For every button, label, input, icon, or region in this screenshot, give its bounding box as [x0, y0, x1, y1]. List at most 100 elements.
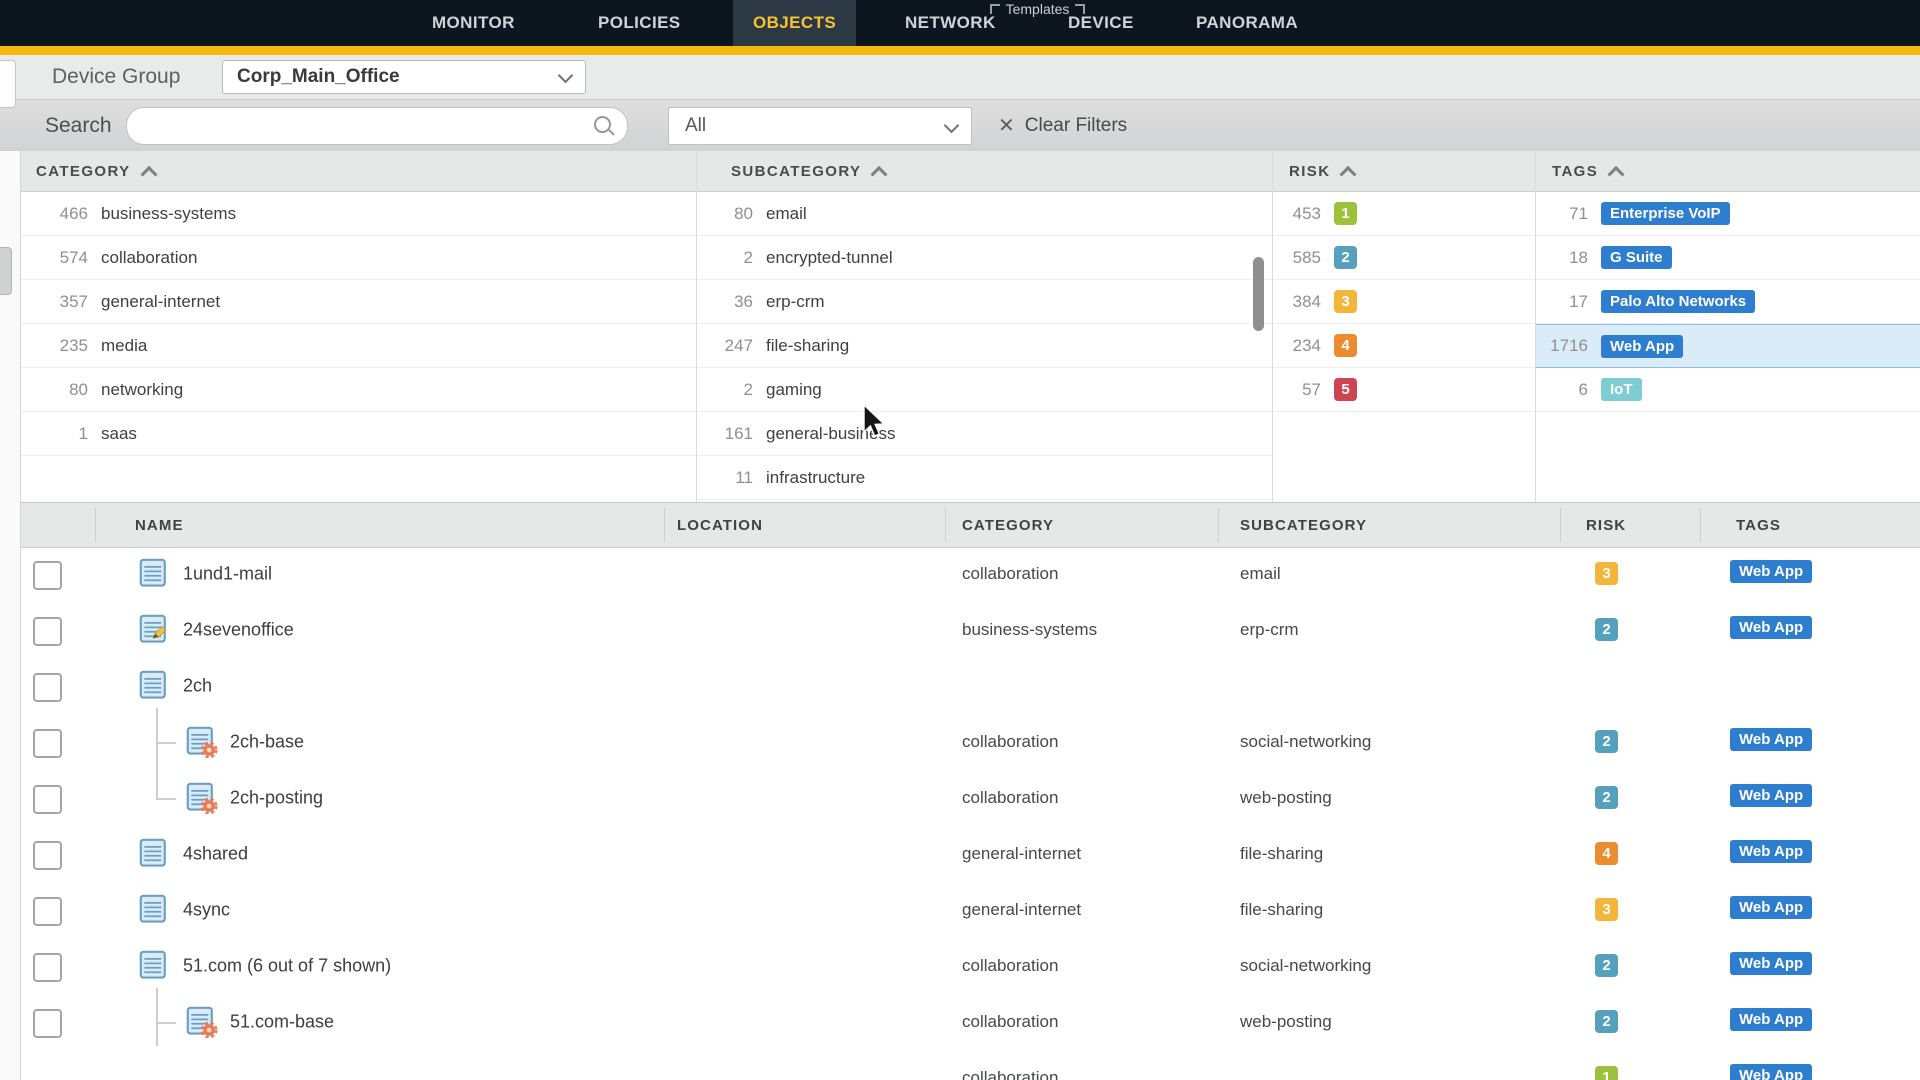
- tree-connector-icon: [156, 708, 176, 744]
- table-row[interactable]: collaboration 1 Web App: [0, 1050, 1920, 1080]
- table-row[interactable]: 2ch-base collaboration social-networking…: [0, 714, 1920, 770]
- row-checkbox[interactable]: [33, 1009, 62, 1038]
- filter-label: business-systems: [101, 204, 236, 224]
- column-divider: [1700, 508, 1701, 542]
- row-category: general-internet: [962, 900, 1081, 920]
- filter-row[interactable]: 2 gaming: [697, 368, 1273, 412]
- row-risk-badge: 2: [1595, 618, 1618, 641]
- clear-icon: [998, 113, 1015, 138]
- row-checkbox[interactable]: [33, 729, 62, 758]
- risk-filter-row[interactable]: 234 4: [1273, 324, 1536, 368]
- filter-row[interactable]: 11 infrastructure: [697, 456, 1273, 500]
- tag-count: 1716: [1540, 336, 1588, 356]
- filter-row[interactable]: 36 erp-crm: [697, 280, 1273, 324]
- filter-row[interactable]: 1 saas: [20, 412, 696, 456]
- table-column-label: LOCATION: [677, 517, 763, 534]
- row-checkbox[interactable]: [33, 617, 62, 646]
- nav-tab-label: POLICIES: [598, 13, 681, 33]
- nav-tab-label: PANORAMA: [1196, 13, 1298, 33]
- risk-header[interactable]: RISK: [1273, 151, 1536, 192]
- table-column-header[interactable]: SUBCATEGORY: [1240, 503, 1367, 547]
- nav-tab[interactable]: OBJECTS: [733, 0, 856, 46]
- table-row[interactable]: 24sevenoffice business-systems erp-crm 2…: [0, 602, 1920, 658]
- clear-filters-label: Clear Filters: [1025, 115, 1127, 137]
- filter-count: 235: [24, 336, 88, 356]
- accent-bar: [0, 46, 1920, 55]
- row-checkbox[interactable]: [33, 897, 62, 926]
- tags-header[interactable]: TAGS: [1536, 151, 1920, 192]
- category-header[interactable]: CATEGORY: [20, 151, 696, 192]
- table-column-header[interactable]: LOCATION: [677, 503, 763, 547]
- chevron-down-icon: [558, 68, 574, 84]
- row-checkbox[interactable]: [33, 841, 62, 870]
- tag-filter-row[interactable]: 71 Enterprise VoIP: [1536, 192, 1920, 236]
- tag-filter-row[interactable]: 6 IoT: [1536, 368, 1920, 412]
- column-divider: [1218, 508, 1219, 542]
- filter-row[interactable]: 80 email: [697, 192, 1273, 236]
- application-icon: [139, 894, 171, 926]
- subcategory-header[interactable]: SUBCATEGORY: [697, 151, 1273, 192]
- nav-tab[interactable]: MONITOR: [432, 0, 515, 46]
- risk-filter-row[interactable]: 453 1: [1273, 192, 1536, 236]
- subcategory-header-label: SUBCATEGORY: [731, 163, 861, 180]
- tag-filter-row[interactable]: 17 Palo Alto Networks: [1536, 280, 1920, 324]
- device-group-select[interactable]: Corp_Main_Office: [222, 60, 586, 94]
- filter-count: 466: [24, 204, 88, 224]
- app-name: 2ch-base: [230, 732, 304, 753]
- row-risk-badge: 1: [1595, 1066, 1618, 1080]
- table-row[interactable]: 51.com-base collaboration web-posting 2 …: [0, 994, 1920, 1050]
- table-header: NAME LOCATION CATEGORY SUBCATEGORY RISK …: [0, 502, 1920, 548]
- search-input[interactable]: [143, 110, 577, 142]
- app-name: 51.com-base: [230, 1012, 334, 1033]
- table-row[interactable]: 2ch: [0, 658, 1920, 714]
- row-risk-badge: 2: [1595, 954, 1618, 977]
- row-tag-badge: Web App: [1730, 1008, 1812, 1031]
- tag-filter-row[interactable]: 1716 Web App: [1536, 324, 1920, 368]
- table-row[interactable]: 4shared general-internet file-sharing 4 …: [0, 826, 1920, 882]
- table-column-header[interactable]: NAME: [135, 503, 184, 547]
- filter-row[interactable]: 2 encrypted-tunnel: [697, 236, 1273, 280]
- filter-row[interactable]: 235 media: [20, 324, 696, 368]
- risk-count: 57: [1277, 380, 1321, 400]
- table-row[interactable]: 2ch-posting collaboration web-posting 2 …: [0, 770, 1920, 826]
- clear-filters-button[interactable]: Clear Filters: [998, 100, 1127, 151]
- bracket-right-icon: [1075, 4, 1085, 14]
- search-box[interactable]: [126, 107, 628, 145]
- filter-count: 574: [24, 248, 88, 268]
- filter-row[interactable]: 80 networking: [20, 368, 696, 412]
- tags-header-label: TAGS: [1552, 163, 1598, 180]
- column-divider: [1560, 508, 1561, 542]
- table-row[interactable]: 51.com (6 out of 7 shown) collaboration …: [0, 938, 1920, 994]
- row-tag-badge: Web App: [1730, 1064, 1812, 1080]
- filter-row[interactable]: 161 general-business: [697, 412, 1273, 456]
- filter-row[interactable]: 357 general-internet: [20, 280, 696, 324]
- nav-tab[interactable]: POLICIES: [598, 0, 681, 46]
- scrollbar-thumb[interactable]: [1253, 257, 1264, 331]
- risk-filter-row[interactable]: 57 5: [1273, 368, 1536, 412]
- tag-filter-row[interactable]: 18 G Suite: [1536, 236, 1920, 280]
- risk-filter-row[interactable]: 585 2: [1273, 236, 1536, 280]
- row-risk-badge: 2: [1595, 786, 1618, 809]
- risk-filter-row[interactable]: 384 3: [1273, 280, 1536, 324]
- filter-row[interactable]: 466 business-systems: [20, 192, 696, 236]
- search-icon[interactable]: [594, 116, 611, 133]
- table-column-label: NAME: [135, 517, 184, 534]
- row-checkbox[interactable]: [33, 673, 62, 702]
- table-column-header[interactable]: CATEGORY: [962, 503, 1054, 547]
- row-checkbox[interactable]: [33, 561, 62, 590]
- application-icon: [139, 670, 171, 702]
- filter-row[interactable]: 247 file-sharing: [697, 324, 1273, 368]
- table-row[interactable]: 1und1-mail collaboration email 3 Web App: [0, 546, 1920, 602]
- row-subcategory: file-sharing: [1240, 900, 1323, 920]
- table-column-header[interactable]: TAGS: [1736, 503, 1781, 547]
- table-column-header[interactable]: RISK: [1586, 503, 1626, 547]
- row-checkbox[interactable]: [33, 785, 62, 814]
- table-column-label: RISK: [1586, 517, 1626, 534]
- row-checkbox[interactable]: [33, 953, 62, 982]
- object-scope-select[interactable]: All: [668, 107, 972, 145]
- row-category: collaboration: [962, 1012, 1058, 1032]
- table-row[interactable]: 4sync general-internet file-sharing 3 We…: [0, 882, 1920, 938]
- nav-tab[interactable]: PANORAMA: [1196, 0, 1298, 46]
- left-edge-handle[interactable]: [0, 247, 12, 295]
- filter-row[interactable]: 574 collaboration: [20, 236, 696, 280]
